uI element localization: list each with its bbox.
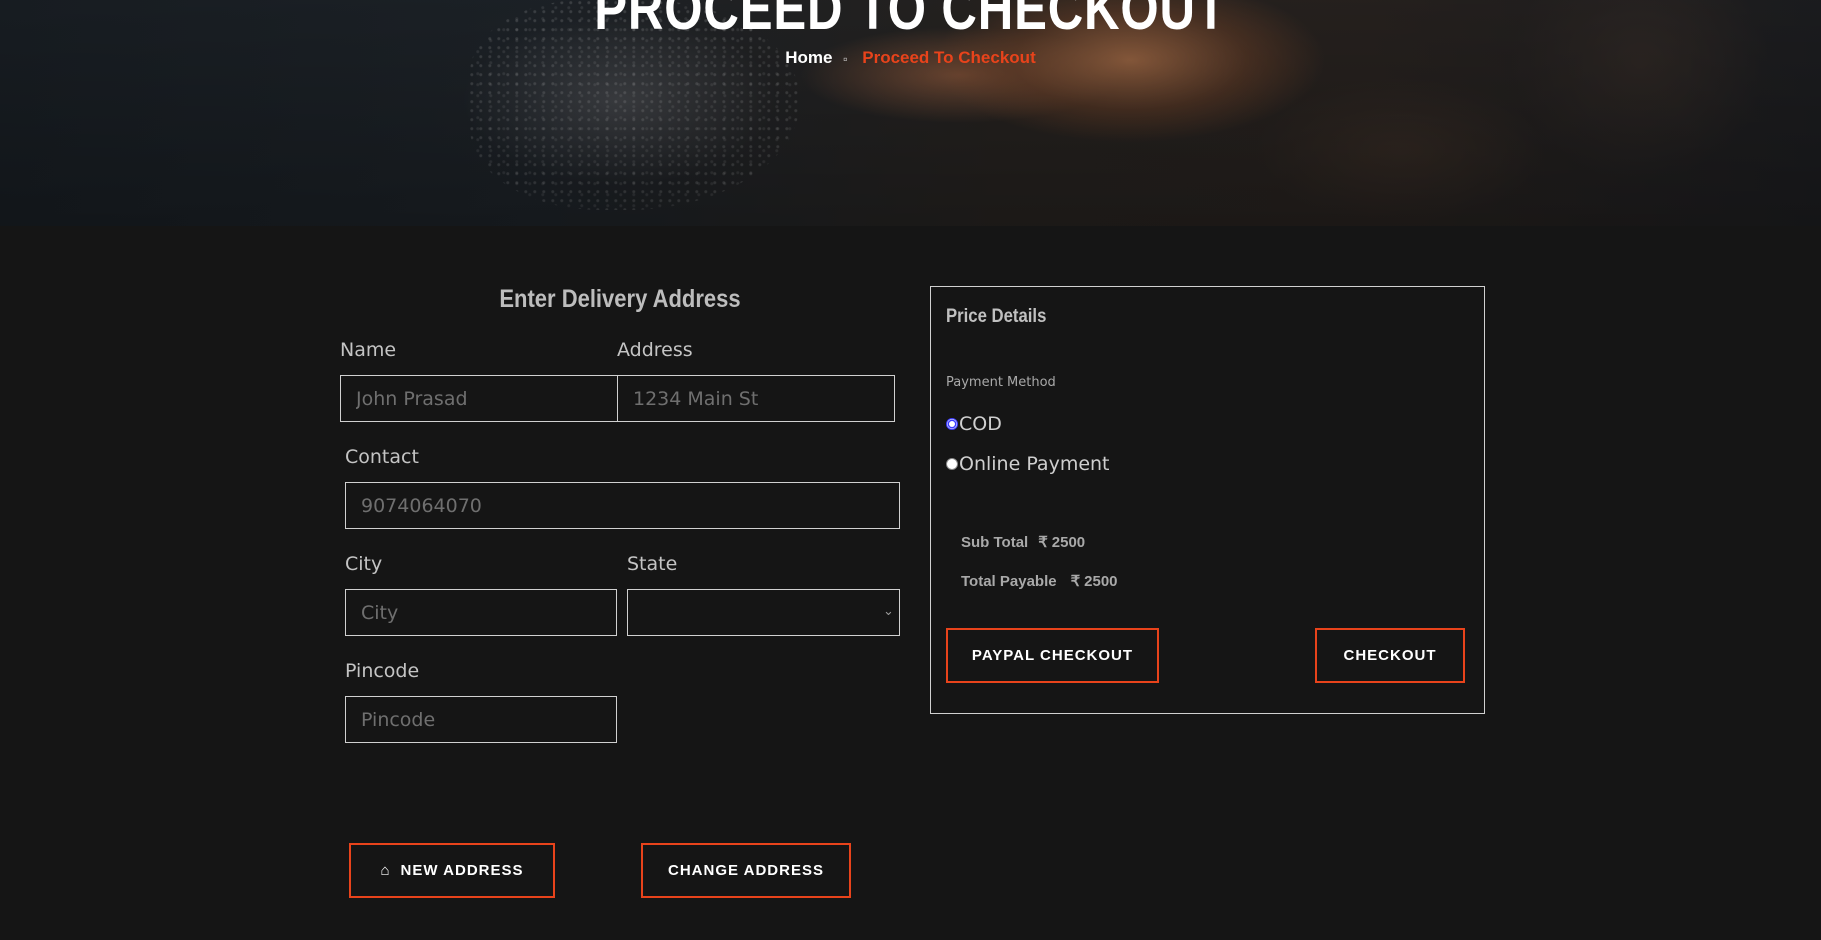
paypal-checkout-label: PAYPAL CHECKOUT	[971, 647, 1134, 664]
city-label: City	[345, 553, 383, 575]
payment-option-online[interactable]: Online Payment	[946, 453, 1110, 475]
sub-total-value: 2500	[1051, 534, 1086, 551]
city-input[interactable]	[345, 589, 617, 636]
rupee-icon: ₹	[1038, 534, 1048, 551]
change-address-label: CHANGE ADDRESS	[668, 862, 824, 879]
home-icon: ⌂	[380, 862, 391, 879]
breadcrumb-current: Proceed To Checkout	[862, 48, 1036, 67]
address-input[interactable]	[617, 375, 895, 422]
radio-button[interactable]	[946, 458, 958, 470]
price-details-panel: Price Details Payment Method COD Online …	[930, 286, 1485, 714]
payment-method-label: Payment Method	[946, 375, 1056, 390]
sub-total-label: Sub Total	[961, 534, 1029, 551]
pincode-input[interactable]	[345, 696, 617, 743]
checkout-button[interactable]: CHECKOUT	[1315, 628, 1465, 683]
contact-input[interactable]	[345, 482, 900, 529]
payment-option-cod[interactable]: COD	[946, 413, 1002, 435]
new-address-button[interactable]: ⌂ NEW ADDRESS	[349, 843, 555, 898]
delivery-form-title: Enter Delivery Address	[499, 285, 741, 313]
breadcrumb: Home ▫ Proceed To Checkout	[0, 48, 1821, 68]
total-payable-value: 2500	[1084, 573, 1118, 590]
price-details-title: Price Details	[946, 306, 1047, 327]
name-label: Name	[340, 339, 397, 361]
change-address-button[interactable]: CHANGE ADDRESS	[641, 843, 851, 898]
payment-option-label: Online Payment	[959, 453, 1110, 475]
chevron-right-icon: ▫	[843, 52, 848, 66]
total-payable-label: Total Payable	[961, 573, 1057, 590]
payment-option-label: COD	[959, 413, 1002, 435]
pincode-label: Pincode	[345, 660, 420, 682]
total-payable-row: Total Payable ₹2500	[961, 572, 1118, 590]
hero-banner: PROCEED TO CHECKOUT Home ▫ Proceed To Ch…	[0, 0, 1821, 226]
breadcrumb-home-link[interactable]: Home	[785, 48, 832, 67]
name-input[interactable]	[340, 375, 618, 422]
contact-label: Contact	[345, 446, 419, 468]
new-address-label: NEW ADDRESS	[400, 862, 524, 879]
checkout-label: CHECKOUT	[1343, 647, 1437, 664]
rupee-icon: ₹	[1070, 573, 1081, 590]
paypal-checkout-button[interactable]: PAYPAL CHECKOUT	[946, 628, 1159, 683]
radio-button-selected[interactable]	[946, 418, 958, 430]
address-label: Address	[617, 339, 693, 361]
page-title: PROCEED TO CHECKOUT	[594, 0, 1227, 42]
state-select[interactable]	[627, 589, 900, 636]
sub-total-row: Sub Total ₹2500	[961, 533, 1085, 551]
state-label: State	[627, 553, 678, 575]
